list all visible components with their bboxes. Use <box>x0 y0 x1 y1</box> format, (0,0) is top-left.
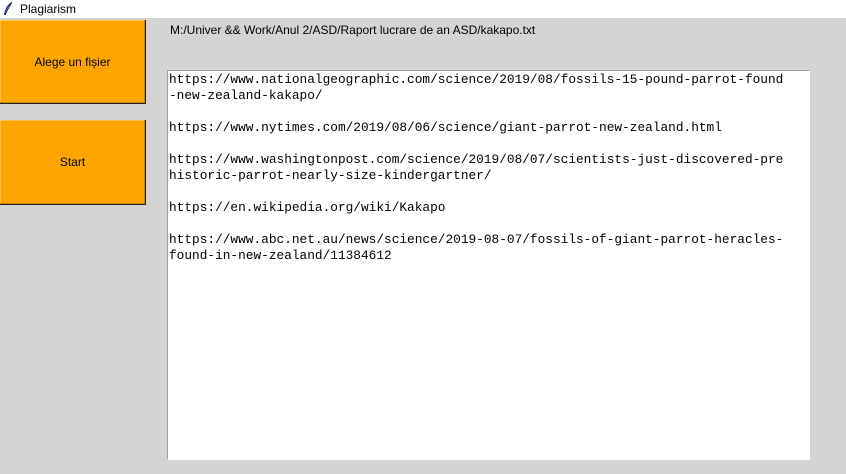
text-line <box>169 136 809 152</box>
title-bar: Plagiarism <box>0 0 846 18</box>
choose-file-button[interactable]: Alege un fișier <box>0 20 146 104</box>
text-line <box>169 104 809 120</box>
text-line <box>169 216 809 232</box>
text-line: https://en.wikipedia.org/wiki/Kakapo <box>169 200 446 215</box>
start-button[interactable]: Start <box>0 120 146 205</box>
text-content: https://www.nationalgeographic.com/scien… <box>169 72 809 264</box>
text-line: found-in-new-zealand/11384612 <box>169 248 392 263</box>
file-path-label: M:/Univer && Work/Anul 2/ASD/Raport lucr… <box>170 23 536 37</box>
text-line: https://www.nationalgeographic.com/scien… <box>169 72 784 87</box>
text-line: -new-zealand-kakapo/ <box>169 88 323 103</box>
text-line: historic-parrot-nearly-size-kindergartne… <box>169 168 492 183</box>
window-title: Plagiarism <box>20 2 77 16</box>
text-line: https://www.nytimes.com/2019/08/06/scien… <box>169 120 722 135</box>
feather-icon <box>2 1 16 17</box>
text-line: https://www.abc.net.au/news/science/2019… <box>169 232 784 247</box>
text-area[interactable]: https://www.nationalgeographic.com/scien… <box>167 70 810 460</box>
text-line: https://www.washingtonpost.com/science/2… <box>169 152 784 167</box>
text-line <box>169 184 809 200</box>
